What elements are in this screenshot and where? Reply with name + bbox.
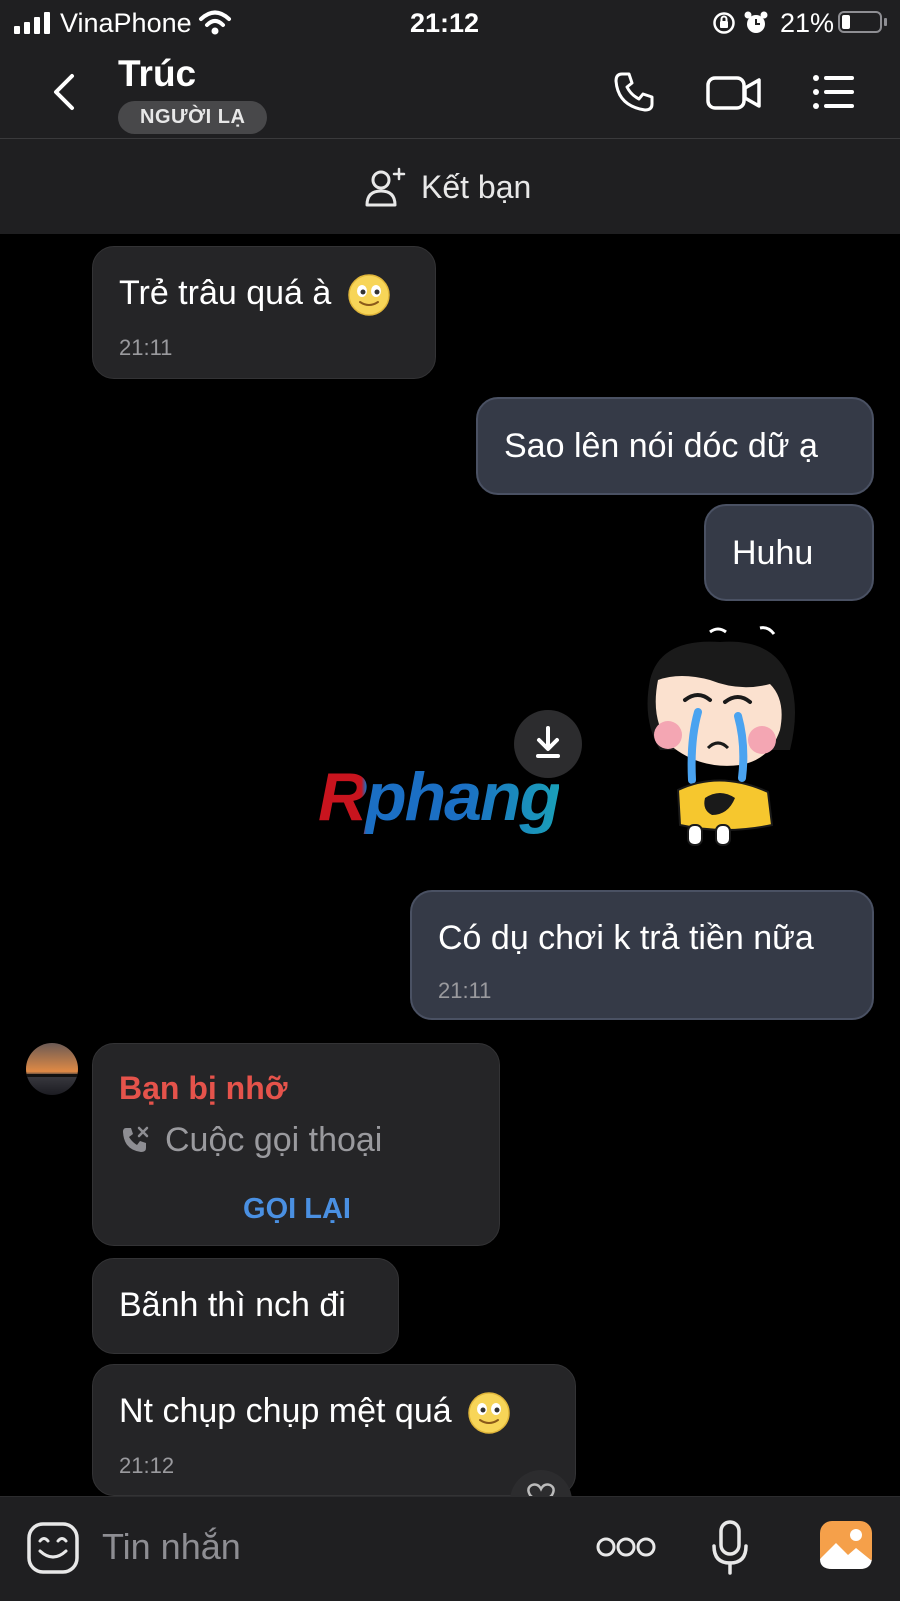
signal-icon <box>14 12 50 34</box>
add-friend-banner[interactable]: Kết bạn <box>0 139 900 234</box>
message-bubble[interactable]: Bãnh thì nch đi <box>92 1258 399 1354</box>
message-time: 21:11 <box>119 335 173 360</box>
video-call-icon[interactable] <box>706 68 762 116</box>
add-friend-button[interactable]: Kết bạn <box>365 167 531 207</box>
avatar[interactable] <box>26 1043 78 1095</box>
message-text: Nt chụp chụp mệt quá <box>119 1392 452 1430</box>
alarm-icon <box>744 11 768 33</box>
more-icon[interactable] <box>596 1535 656 1559</box>
rotation-lock-icon <box>713 12 735 34</box>
message-time: 21:12 <box>119 1453 175 1478</box>
carrier-name: VinaPhone <box>60 8 192 38</box>
status-bar: VinaPhone 21:12 21% <box>0 0 900 46</box>
message-input[interactable]: Tin nhắn <box>102 1525 241 1569</box>
chat-header: Trúc NGƯỜI LẠ <box>0 46 900 139</box>
image-icon[interactable] <box>818 1517 874 1573</box>
message-text: Có dụ chơi k trả tiền nữa <box>438 919 814 957</box>
message-time: 21:11 <box>438 978 492 1003</box>
message-text: Bãnh thì nch đi <box>119 1286 346 1324</box>
missed-call-title: Bạn bị nhỡ <box>119 1070 288 1106</box>
battery-icon <box>838 11 882 33</box>
missed-call-icon <box>123 1126 149 1152</box>
contact-name[interactable]: Trúc <box>118 52 196 96</box>
clock: 21:12 <box>410 8 480 38</box>
add-friend-label: Kết bạn <box>421 168 532 205</box>
message-bubble[interactable]: Trẻ trâu quá à 21:11 <box>92 246 436 379</box>
missed-call-card[interactable]: Bạn bị nhỡ Cuộc gọi thoại GỌI LẠI <box>92 1043 500 1246</box>
message-text: Sao lên nói dóc dữ ạ <box>504 427 818 465</box>
download-icon <box>536 726 560 758</box>
call-back-button[interactable]: GỌI LẠI <box>93 1192 501 1226</box>
menu-icon[interactable] <box>810 68 858 116</box>
message-text: Huhu <box>732 534 814 572</box>
download-button[interactable] <box>514 710 582 778</box>
back-icon[interactable] <box>44 68 92 116</box>
smile-emoji-icon <box>468 1392 510 1434</box>
message-bubble[interactable]: Huhu <box>704 504 874 601</box>
message-bubble[interactable]: Nt chụp chụp mệt quá 21:12 <box>92 1364 576 1496</box>
sticker-icon[interactable] <box>26 1521 80 1575</box>
message-bubble[interactable]: Có dụ chơi k trả tiền nữa 21:11 <box>410 890 874 1020</box>
add-user-icon <box>365 167 406 207</box>
message-text: Trẻ trâu quá à <box>119 274 332 312</box>
stranger-badge: NGƯỜI LẠ <box>118 101 268 134</box>
battery-percent: 21% <box>780 8 835 38</box>
message-input-bar: Tin nhắn <box>0 1496 900 1601</box>
message-bubble[interactable]: Sao lên nói dóc dữ ạ <box>476 397 874 495</box>
smile-emoji-icon <box>348 274 390 316</box>
wifi-icon <box>199 10 231 35</box>
call-type-label: Cuộc gọi thoại <box>165 1121 383 1159</box>
microphone-icon[interactable] <box>710 1519 750 1577</box>
crying-baby-sticker[interactable] <box>640 620 820 870</box>
phone-icon[interactable] <box>610 68 658 116</box>
